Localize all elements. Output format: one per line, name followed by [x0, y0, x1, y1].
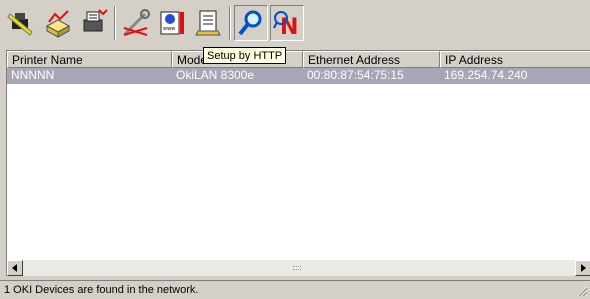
cell-ip-address: 169.254.74.240: [444, 68, 528, 82]
web-page-icon: www: [160, 11, 184, 35]
network-button[interactable]: N: [270, 5, 304, 41]
cell-mode: OkiLAN 8300e: [176, 68, 255, 82]
column-header-ethernet-address[interactable]: Ethernet Address: [303, 51, 440, 68]
toolbar: www N: [0, 0, 590, 46]
printer-wrench-button[interactable]: [4, 5, 38, 41]
notepad-icon: [195, 10, 221, 36]
scroll-track[interactable]: [23, 260, 575, 276]
printer-settings-button[interactable]: [77, 5, 111, 41]
table-row[interactable]: NNNNN OkiLAN 8300e 00:80:87:54:75:15 169…: [7, 68, 590, 84]
printer-alert-icon: [45, 10, 71, 38]
toolbar-separator: [114, 6, 116, 40]
status-text: 1 OKI Devices are found in the network.: [4, 284, 199, 296]
cell-ethernet-address: 00:80:87:54:75:15: [307, 68, 404, 82]
arrow-left-icon: [12, 264, 17, 272]
search-button[interactable]: [234, 5, 268, 41]
printer-settings-icon: [83, 9, 108, 32]
scroll-grip[interactable]: [293, 266, 301, 270]
list-header: Printer Name Mode Ethernet Address IP Ad…: [7, 51, 590, 68]
n-logo-icon: N: [273, 11, 298, 38]
resize-grip-icon[interactable]: [576, 285, 588, 297]
wrench-icon: [123, 9, 150, 36]
svg-text:N: N: [280, 15, 298, 38]
printer-wrench-icon: [7, 13, 33, 36]
status-bar: 1 OKI Devices are found in the network.: [0, 280, 590, 299]
device-list[interactable]: Printer Name Mode Ethernet Address IP Ad…: [6, 50, 590, 276]
tools-button[interactable]: [119, 5, 153, 41]
magnifier-icon: [238, 10, 262, 36]
column-header-printer-name[interactable]: Printer Name: [7, 51, 172, 68]
scroll-left-button[interactable]: [7, 260, 23, 276]
toolbar-separator: [229, 6, 231, 40]
arrow-right-icon: [581, 264, 586, 272]
svg-text:www: www: [163, 26, 175, 32]
printer-alert-button[interactable]: [41, 5, 75, 41]
scroll-right-button[interactable]: [575, 260, 590, 276]
cell-printer-name: NNNNN: [11, 68, 55, 82]
setup-http-button[interactable]: www: [155, 5, 189, 41]
column-header-ip-address[interactable]: IP Address: [440, 51, 590, 68]
notepad-button[interactable]: [192, 5, 226, 41]
tooltip-setup-http: Setup by HTTP: [203, 47, 287, 64]
horizontal-scrollbar[interactable]: [7, 260, 590, 276]
